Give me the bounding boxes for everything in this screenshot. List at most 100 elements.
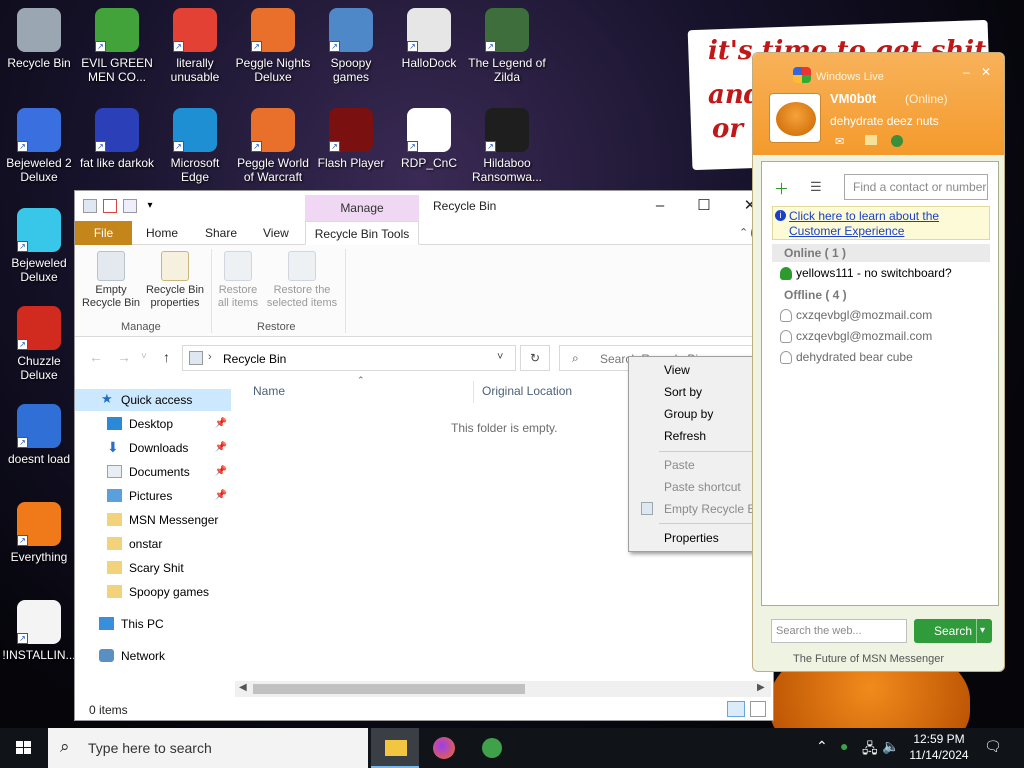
status-badge[interactable]: (Online) [905, 92, 948, 106]
desktop-icon-legend-of-zilda[interactable]: ↗ The Legend of Zilda [468, 8, 546, 84]
web-search-button[interactable]: Search ▾ [914, 619, 992, 643]
taskbar-file-explorer[interactable] [371, 728, 419, 768]
minimize-button[interactable]: – [637, 195, 683, 217]
taskbar-messenger[interactable] [468, 728, 516, 768]
desktop-icon-bejeweled[interactable]: ↗ Bejeweled Deluxe [0, 208, 78, 284]
scroll-right-icon[interactable]: ▶ [757, 682, 765, 693]
desktop-icon-spoopy-games[interactable]: ↗ Spoopy games [312, 8, 390, 84]
tab-share[interactable]: Share [193, 221, 249, 245]
chevron-down-icon[interactable]: ˅ [141, 351, 147, 362]
desktop-icon-hildaboo[interactable]: ↗ Hildaboo Ransomwa... [468, 108, 546, 184]
messenger-window[interactable]: Windows Live – ✕ VM0b0t (Online) dehydra… [752, 52, 1005, 672]
nav-msn-messenger[interactable]: MSN Messenger [75, 509, 231, 531]
desktop-icon-evil-green-men[interactable]: ↗ EVIL GREEN MEN CO... [78, 8, 156, 84]
properties-qat-icon[interactable] [103, 199, 117, 213]
desktop-icon-bejeweled-2[interactable]: ↗ Bejeweled 2 Deluxe [0, 108, 78, 184]
list-options-icon[interactable]: ☰ [810, 179, 822, 195]
clock[interactable]: 12:59 PM 11/14/2024 [900, 731, 978, 763]
desktop-icon-installing[interactable]: ↗ !INSTALLIN... [0, 600, 78, 662]
spaces-icon[interactable] [891, 135, 903, 147]
pin-icon[interactable]: 📌 [215, 437, 227, 459]
restore-all-items-button[interactable]: Restore all items [215, 251, 261, 310]
desktop-icon-chuzzle[interactable]: ↗ Chuzzle Deluxe [0, 306, 78, 382]
nav-scary-shit[interactable]: Scary Shit [75, 557, 231, 579]
tab-home[interactable]: Home [134, 221, 190, 245]
desktop-icon-hallodock[interactable]: ↗ HalloDock [390, 8, 468, 70]
volume-icon[interactable]: 🔈 [882, 738, 899, 755]
chevron-down-icon[interactable]: ▾ [143, 199, 157, 213]
empty-recycle-bin-button[interactable]: Empty Recycle Bin [81, 251, 141, 310]
new-folder-qat-icon[interactable] [123, 199, 137, 213]
column-original-location[interactable]: Original Location [482, 384, 572, 398]
desktop-icon-flash-player[interactable]: ↗ Flash Player [312, 108, 390, 170]
chevron-down-icon[interactable]: ˅ [497, 351, 503, 363]
desktop-icon-peggle-world[interactable]: ↗ Peggle World of Warcraft [234, 108, 312, 184]
column-name[interactable]: Name [253, 384, 285, 398]
chevron-down-icon[interactable]: ▾ [980, 619, 985, 643]
title-bar[interactable]: ▾ Manage Recycle Bin – ☐ ✕ [75, 191, 773, 221]
address-bar[interactable]: › Recycle Bin ˅ [182, 345, 516, 371]
nav-spoopy-games[interactable]: Spoopy games [75, 581, 231, 603]
start-button[interactable] [0, 728, 48, 768]
personal-message[interactable]: dehydrate deez nuts [830, 114, 939, 128]
restore-selected-items-button[interactable]: Restore the selected items [265, 251, 339, 310]
scrollbar-thumb[interactable] [253, 684, 525, 694]
recycle-bin-properties-button[interactable]: Recycle Bin properties [143, 251, 207, 310]
network-icon[interactable]: 🖧 [862, 738, 878, 762]
back-arrow-icon[interactable]: ← [89, 349, 103, 365]
mail-icon[interactable]: ✉ [835, 135, 844, 148]
up-arrow-icon[interactable]: ↑ [163, 349, 170, 365]
nav-onstar[interactable]: onstar [75, 533, 231, 555]
nav-pictures[interactable]: Pictures 📌 [75, 485, 231, 507]
pin-icon[interactable]: 📌 [215, 413, 227, 435]
nav-this-pc[interactable]: This PC [75, 613, 231, 635]
column-divider[interactable] [473, 381, 474, 403]
group-online[interactable]: Online ( 1 ) [772, 244, 990, 262]
desktop-icon-peggle-nights[interactable]: ↗ Peggle Nights Deluxe [234, 8, 312, 84]
desktop-icon-doesnt-load[interactable]: ↗ doesnt load [0, 404, 78, 466]
nav-quick-access[interactable]: ★ Quick access [75, 389, 231, 411]
nav-downloads[interactable]: ⬇ Downloads 📌 [75, 437, 231, 459]
refresh-button[interactable]: ↻ [520, 345, 550, 371]
horizontal-scrollbar[interactable]: ◀ ▶ [235, 681, 771, 697]
nav-desktop[interactable]: Desktop 📌 [75, 413, 231, 435]
taskbar-firefox[interactable] [420, 728, 468, 768]
web-search-input[interactable]: Search the web... [771, 619, 907, 643]
quick-access-toolbar[interactable]: ▾ [83, 198, 157, 214]
details-view-icon[interactable] [727, 701, 745, 717]
find-contact-input[interactable]: Find a contact or number [844, 174, 988, 200]
desktop-icon-fat-like-darkok[interactable]: ↗ fat like darkok [78, 108, 156, 170]
messenger-tray-icon[interactable]: ● [840, 738, 848, 754]
close-button[interactable]: ✕ [981, 65, 991, 79]
taskbar-search-input[interactable]: Type here to search [88, 740, 212, 756]
customer-experience-link[interactable]: Click here to learn about the Customer E… [789, 209, 989, 239]
group-offline[interactable]: Offline ( 4 ) [772, 286, 990, 304]
tab-file[interactable]: File [75, 221, 132, 245]
chevron-right-icon[interactable]: › [208, 351, 212, 363]
forward-arrow-icon[interactable]: → [117, 349, 131, 365]
pin-icon[interactable]: 📌 [215, 485, 227, 507]
messenger-username[interactable]: VM0b0t [830, 91, 876, 106]
desktop-icon-recycle-bin[interactable]: Recycle Bin [0, 8, 78, 70]
maximize-button[interactable]: ☐ [681, 195, 727, 217]
chevron-up-icon[interactable]: ⌃ [816, 738, 828, 755]
taskbar-search[interactable]: ⌕ Type here to search [48, 728, 368, 768]
pin-icon[interactable]: 📌 [215, 461, 227, 483]
desktop-icon-microsoft-edge[interactable]: ↗ Microsoft Edge [156, 108, 234, 184]
folder-icon[interactable] [865, 135, 877, 145]
large-icons-view-icon[interactable] [750, 701, 766, 717]
customer-experience-notice[interactable]: i Click here to learn about the Customer… [772, 206, 990, 240]
notification-icon[interactable]: 🗨 [984, 738, 1002, 755]
desktop-icon-rdp-cnc[interactable]: ↗ RDP_CnC [390, 108, 468, 170]
tab-view[interactable]: View [251, 221, 301, 245]
desktop-icon-literally-unusable[interactable]: ↗ literally unusable [156, 8, 234, 84]
add-contact-icon[interactable]: ＋ [774, 178, 794, 198]
avatar[interactable] [769, 93, 821, 143]
nav-documents[interactable]: Documents 📌 [75, 461, 231, 483]
nav-network[interactable]: Network [75, 645, 231, 667]
desktop-icon-everything[interactable]: ↗ Everything [0, 502, 78, 564]
tab-recycle-bin-tools[interactable]: Recycle Bin Tools [305, 221, 419, 245]
tab-manage[interactable]: Manage [305, 195, 419, 221]
scroll-left-icon[interactable]: ◀ [239, 682, 247, 693]
minimize-button[interactable]: – [963, 65, 970, 79]
